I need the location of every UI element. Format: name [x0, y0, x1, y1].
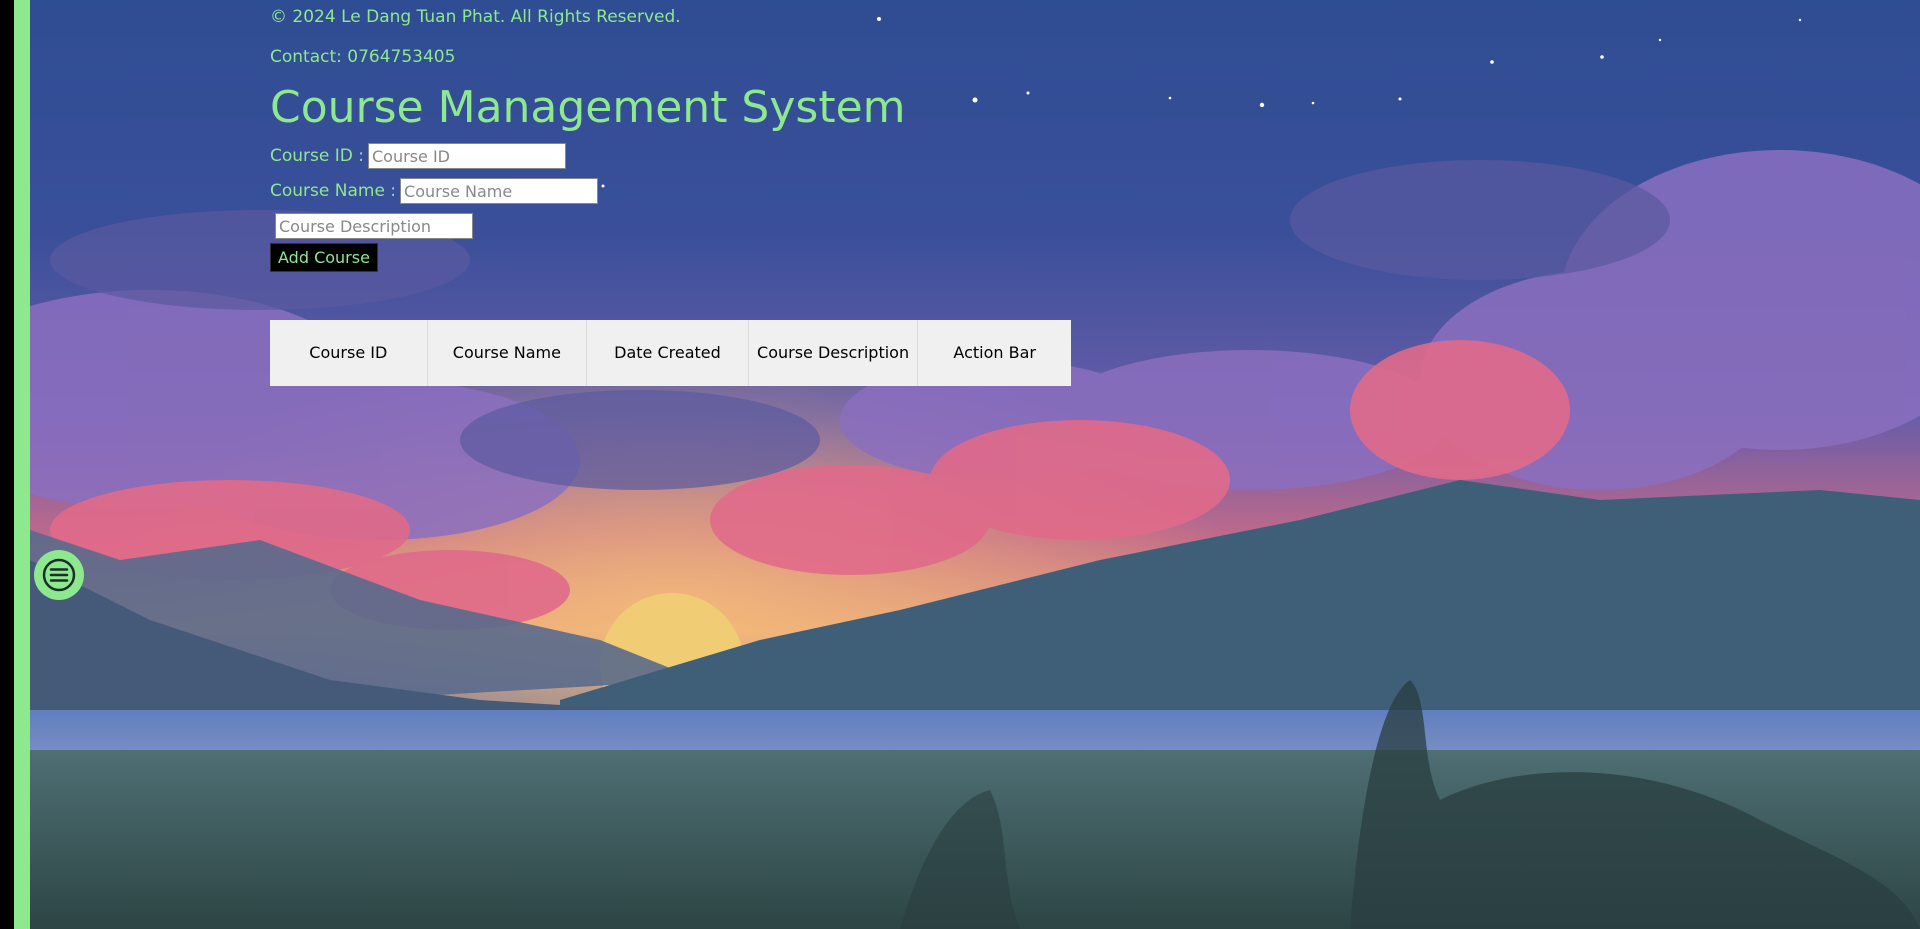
course-description-row	[275, 213, 473, 239]
hamburger-menu-icon	[42, 558, 76, 592]
background-scene	[0, 0, 1920, 929]
contact-text: Contact: 0764753405	[270, 47, 456, 67]
header-course-name: Course Name	[427, 320, 588, 386]
course-id-row: Course ID :	[270, 143, 566, 169]
course-id-label: Course ID :	[270, 146, 364, 166]
table-header-row: Course ID Course Name Date Created Cours…	[270, 320, 1071, 386]
header-course-id: Course ID	[270, 320, 428, 386]
header-course-description: Course Description	[748, 320, 919, 386]
page-title: Course Management System	[270, 82, 906, 133]
course-name-row: Course Name :	[270, 178, 599, 204]
course-id-input[interactable]	[368, 143, 566, 169]
header-date-created: Date Created	[586, 320, 749, 386]
copyright-text: © 2024 Le Dang Tuan Phat. All Rights Res…	[270, 7, 681, 27]
add-course-button[interactable]: Add Course	[270, 243, 378, 272]
sidebar-edge	[0, 0, 14, 929]
sidebar-panel[interactable]	[14, 0, 30, 929]
course-description-input[interactable]	[275, 213, 473, 239]
course-name-label: Course Name :	[270, 181, 397, 201]
course-table: Course ID Course Name Date Created Cours…	[270, 320, 1071, 386]
menu-toggle-button[interactable]	[34, 550, 84, 600]
background-landscape	[0, 0, 1920, 929]
header-action-bar: Action Bar	[953, 343, 1036, 362]
course-name-input[interactable]	[400, 178, 599, 204]
